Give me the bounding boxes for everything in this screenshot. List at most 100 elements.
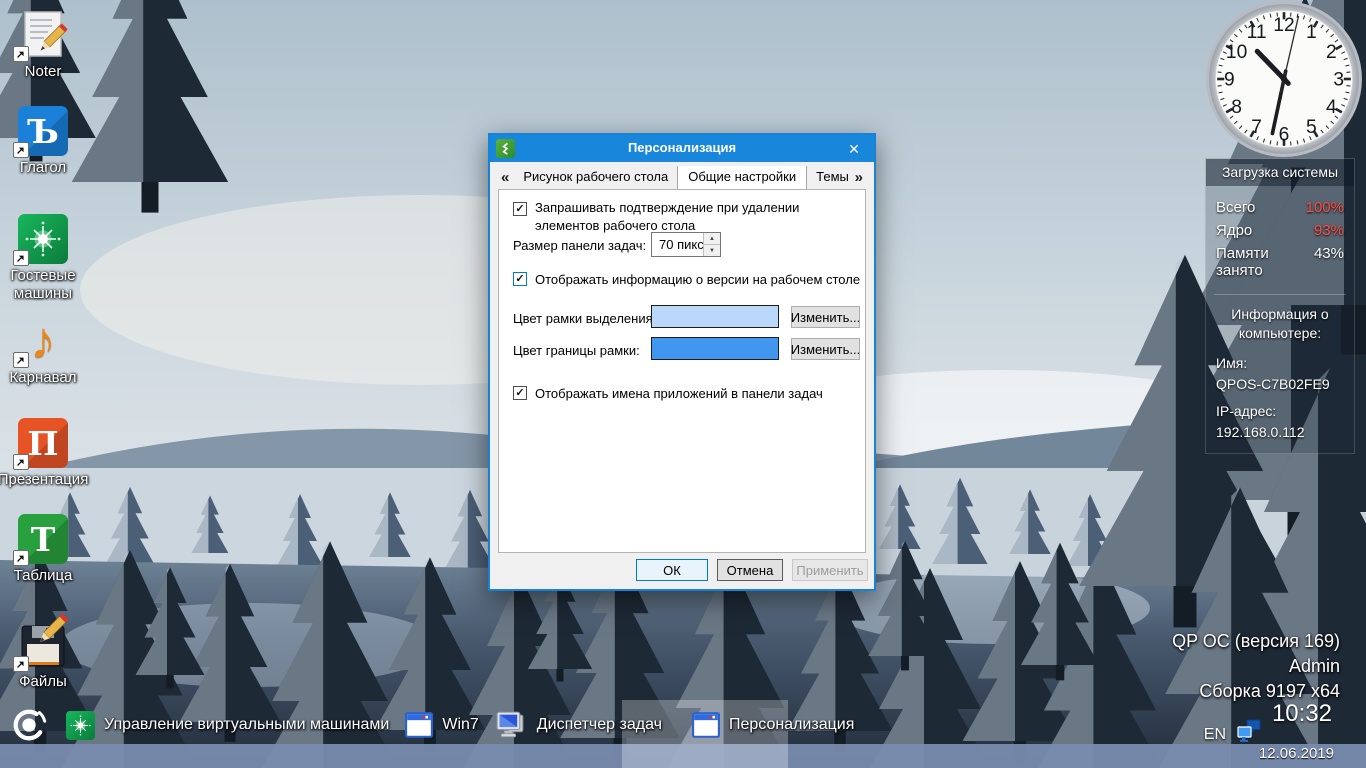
- os-user: Admin: [1288, 656, 1340, 676]
- metric-label: Ядро: [1216, 222, 1253, 239]
- task-label: Персонализация: [728, 716, 855, 733]
- dialog-titlebar[interactable]: Персонализация ✕: [490, 135, 874, 162]
- svg-text:4: 4: [1326, 97, 1337, 118]
- desktop-icon-label: Карнавал: [9, 369, 77, 386]
- apply-button[interactable]: Применить: [792, 559, 868, 581]
- analog-clock-widget: 1234567891011 12: [1206, 1, 1362, 157]
- svg-text:3: 3: [1333, 70, 1344, 91]
- svg-text:11: 11: [1247, 22, 1267, 43]
- svg-text:7: 7: [1251, 117, 1262, 138]
- computer-name: Имя: QPOS-C7B02FE9: [1206, 347, 1354, 395]
- dialog-content: ✓ Запрашивать подтверждение при удалении…: [498, 189, 866, 553]
- shortcut-arrow-icon: [13, 142, 29, 158]
- svg-text:12: 12: [1273, 15, 1294, 36]
- dialog-tab-bar: « Рисунок рабочего стола Общие настройки…: [496, 166, 868, 189]
- desktop-icon-label: Таблица: [13, 567, 73, 584]
- personalization-dialog: Персонализация ✕ « Рисунок рабочего стол…: [488, 133, 876, 591]
- svg-text:8: 8: [1231, 97, 1242, 118]
- taskbar-size-value[interactable]: 70 пикс: [659, 237, 704, 252]
- computer-icon: [495, 711, 528, 740]
- svg-text:2: 2: [1326, 42, 1337, 63]
- desktop-icon-karnaval[interactable]: ♪ Карнавал: [4, 315, 82, 387]
- task-vm-manager[interactable]: Управление виртуальными машинами: [66, 707, 389, 743]
- metric-value: 93%: [1313, 222, 1344, 239]
- change-selection-color-button[interactable]: Изменить...: [791, 306, 860, 328]
- tab-desktop-picture[interactable]: Рисунок рабочего стола: [514, 166, 677, 189]
- ip-value: 192.168.0.112: [1216, 423, 1305, 440]
- network-icon[interactable]: [1236, 719, 1262, 743]
- metric-label: Памяти занято: [1216, 245, 1269, 279]
- tray-date[interactable]: 12.06.2019: [1259, 745, 1334, 762]
- svg-text:6: 6: [1279, 124, 1290, 145]
- virtual-machines-icon: [13, 214, 68, 266]
- language-indicator[interactable]: EN: [1204, 726, 1226, 744]
- change-border-color-button[interactable]: Изменить...: [791, 338, 860, 360]
- table-icon: Т: [13, 514, 68, 566]
- desktop-icon-presentation[interactable]: П Презентация: [0, 418, 88, 489]
- border-color-swatch: [651, 337, 779, 360]
- svg-text:5: 5: [1306, 117, 1317, 138]
- system-load-title: Загрузка системы: [1206, 159, 1354, 186]
- glagol-icon: Ъ: [13, 106, 68, 158]
- metric-label: Всего: [1216, 199, 1256, 216]
- window-icon: [405, 712, 433, 738]
- tray-clock[interactable]: 10:32: [1272, 700, 1332, 728]
- system-load-row-kernel: Ядро 93%: [1206, 219, 1354, 242]
- svg-text:10: 10: [1226, 42, 1247, 63]
- presentation-icon: П: [13, 418, 68, 470]
- selection-color-swatch: [651, 305, 779, 328]
- cancel-button[interactable]: Отмена: [717, 559, 783, 581]
- spin-up-icon[interactable]: ▲: [704, 233, 720, 245]
- show-app-names-checkbox[interactable]: ✓: [513, 386, 527, 400]
- app-icon: [496, 139, 515, 158]
- desktop-icon-table[interactable]: Т Таблица: [4, 514, 82, 585]
- system-load-row-memory: Памяти занято 43%: [1206, 242, 1354, 282]
- system-load-row-total: Всего 100%: [1206, 196, 1354, 219]
- computer-name-value: QPOS-C7B02FE9: [1216, 375, 1330, 392]
- desktop-icon-guest-machines[interactable]: Гостевые машины: [4, 214, 82, 303]
- music-note-icon: ♪: [13, 315, 68, 368]
- tab-scroll-right-icon[interactable]: »: [849, 169, 868, 189]
- desktop-icon-label: Файлы: [19, 673, 67, 690]
- task-task-manager[interactable]: Диспетчер задач: [495, 707, 662, 743]
- floppy-disk-icon: [13, 620, 68, 672]
- computer-info-title: Информация о компьютере:: [1231, 306, 1329, 341]
- os-version-info: QP ОС (версия 169) Admin Сборка 9197 x64: [1172, 629, 1340, 704]
- desktop-icon-label: Noter: [24, 63, 62, 80]
- computer-name-label: Имя:: [1216, 354, 1248, 371]
- computer-ip: IP-адрес: 192.168.0.112: [1206, 395, 1354, 453]
- desktop-icon-files[interactable]: Файлы: [4, 620, 82, 691]
- ok-button[interactable]: ОК: [636, 559, 708, 581]
- show-version-label: Отображать информацию о версии на рабоче…: [535, 272, 861, 287]
- start-button[interactable]: [10, 707, 48, 743]
- desktop: Noter Ъ Глагол Гостевые машины ♪ Карнава…: [0, 0, 1366, 768]
- taskbar-size-spinner[interactable]: 70 пикс ▲ ▼: [651, 232, 721, 257]
- task-label: Управление виртуальными машинами: [104, 716, 390, 733]
- spin-down-icon[interactable]: ▼: [704, 245, 720, 256]
- system-widgets-panel: Загрузка системы Всего 100% Ядро 93% Пам…: [1205, 158, 1355, 454]
- window-icon: [692, 712, 720, 738]
- border-color-label: Цвет границы рамки:: [513, 343, 640, 358]
- show-app-names-label: Отображать имена приложений в панели зад…: [535, 386, 823, 401]
- show-version-checkbox[interactable]: ✓: [513, 272, 527, 286]
- desktop-icon-noter[interactable]: Noter: [4, 10, 82, 81]
- shortcut-arrow-icon: [13, 352, 29, 368]
- shortcut-arrow-icon: [13, 46, 29, 62]
- desktop-icon-glagol[interactable]: Ъ Глагол: [4, 106, 82, 177]
- tab-general-settings[interactable]: Общие настройки: [677, 166, 808, 189]
- noter-icon: [13, 10, 68, 62]
- confirm-delete-checkbox[interactable]: ✓: [513, 202, 527, 216]
- desktop-icon-label: Глагол: [19, 159, 67, 176]
- widget-divider: [1214, 294, 1346, 295]
- virtual-machines-icon: [66, 711, 95, 740]
- close-icon[interactable]: ✕: [844, 139, 864, 159]
- task-personalization[interactable]: Персонализация: [692, 707, 854, 743]
- tab-scroll-left-icon[interactable]: «: [496, 169, 514, 189]
- ip-label: IP-адрес:: [1216, 402, 1277, 419]
- task-label: Win7: [442, 716, 479, 733]
- desktop-icon-label: Гостевые машины: [10, 267, 76, 302]
- desktop-icon-label: Презентация: [0, 471, 89, 488]
- shortcut-arrow-icon: [13, 656, 29, 672]
- selection-color-label: Цвет рамки выделения:: [513, 311, 657, 326]
- task-win7[interactable]: Win7: [405, 707, 479, 743]
